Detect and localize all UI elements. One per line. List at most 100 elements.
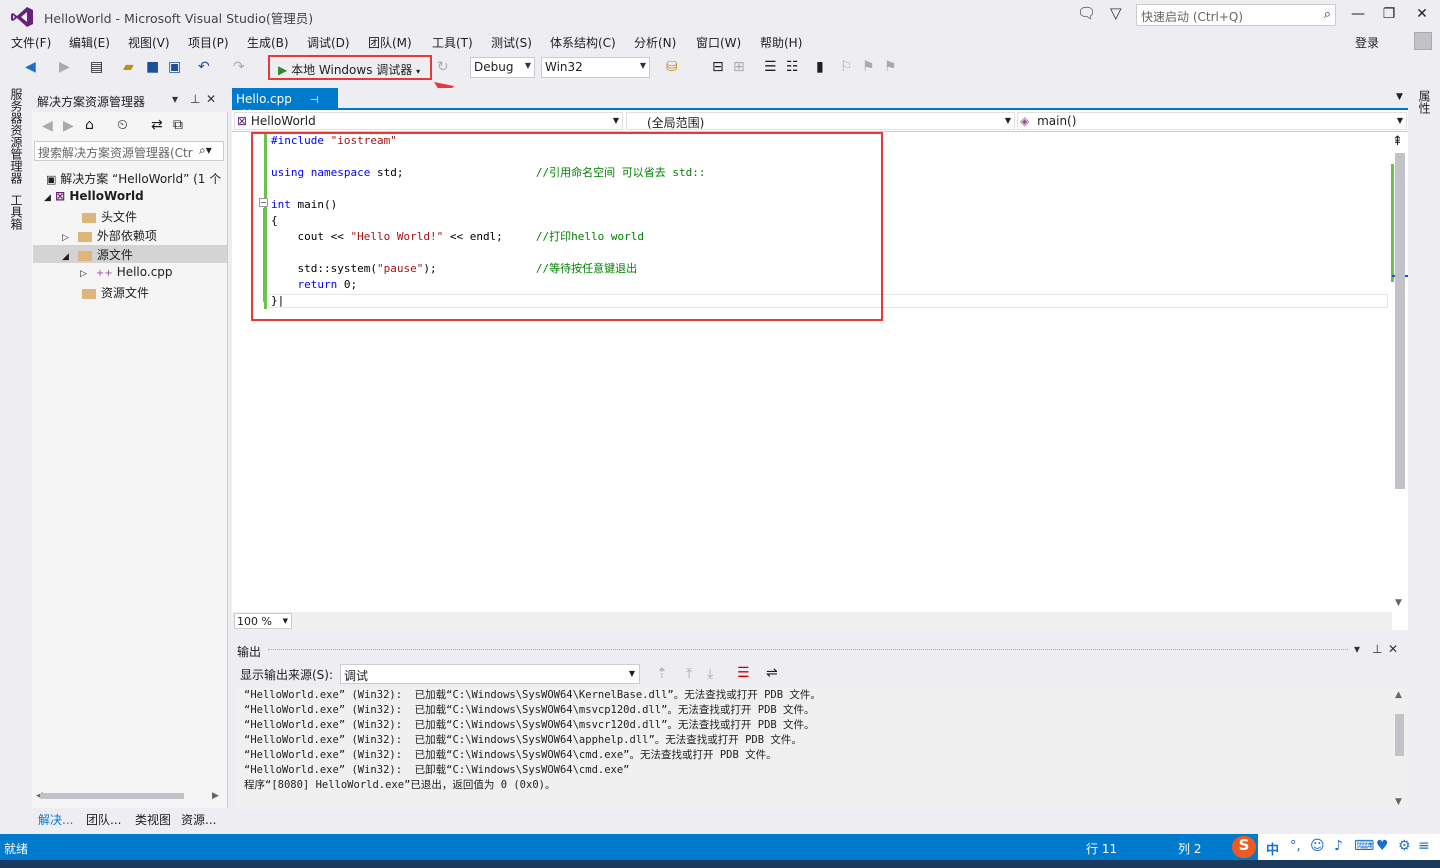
solution-hscrollbar[interactable] — [40, 793, 184, 799]
uncomment-icon[interactable]: ☷ — [786, 59, 799, 75]
goto-location-icon[interactable]: ⇡ — [656, 666, 668, 682]
quick-launch-input[interactable]: 快速启动 (Ctrl+Q) ⌕ — [1136, 4, 1336, 26]
nav-project-select[interactable]: ⊠ HelloWorld ▼ — [234, 112, 623, 130]
menu-tools[interactable]: 工具(T) — [432, 34, 473, 51]
close-icon[interactable]: ✕ — [1388, 642, 1398, 656]
bookmark-icon[interactable]: ▮ — [816, 59, 824, 75]
menu-debug[interactable]: 调试(D) — [307, 34, 350, 51]
collapse-all-icon[interactable]: ⧉ — [173, 117, 183, 133]
scroll-down-icon[interactable]: ▼ — [1395, 598, 1402, 608]
platform-select[interactable]: Win32 ▼ — [541, 57, 650, 78]
forward-icon[interactable]: ▶ — [59, 59, 70, 75]
pin-icon[interactable]: ⊥ — [190, 92, 200, 106]
ime-logo-icon[interactable]: S — [1232, 836, 1256, 858]
voice-icon[interactable]: ♪ — [1334, 838, 1343, 854]
nav-scope-select[interactable]: (全局范围) ▼ — [626, 112, 1015, 130]
panel-dropdown-icon[interactable]: ▾ — [172, 92, 178, 106]
keyboard-icon[interactable]: ⌨ — [1354, 838, 1374, 854]
next-message-icon[interactable]: ⤓ — [707, 666, 713, 682]
ime-mode[interactable]: 中 — [1266, 839, 1279, 858]
tree-item-project[interactable]: ◢ ⊠ HelloWorld — [44, 189, 144, 203]
feedback-icon[interactable]: 🗨 — [1077, 4, 1096, 22]
output-text[interactable]: “HelloWorld.exe” (Win32): 已加载“C:\Windows… — [236, 688, 1390, 810]
close-icon[interactable]: ✕ — [206, 92, 216, 106]
next-bookmark-icon[interactable]: ⚑ — [862, 59, 875, 75]
menu-project[interactable]: 项目(P) — [188, 34, 229, 51]
back-icon[interactable]: ◀ — [42, 118, 53, 134]
scroll-down-icon[interactable]: ▼ — [1395, 797, 1402, 807]
tab-team-explorer[interactable]: 团队... — [86, 811, 121, 828]
tab-hello-cpp[interactable]: Hello.cpp ⊣ ✕ — [232, 88, 338, 120]
menu-architecture[interactable]: 体系结构(C) — [550, 34, 616, 51]
menu-test[interactable]: 测试(S) — [491, 34, 532, 51]
pin-icon[interactable]: ⊥ — [1372, 642, 1382, 656]
skin-icon[interactable]: ♥ — [1376, 838, 1389, 854]
back-icon[interactable]: ◀ — [25, 59, 36, 75]
maximize-button[interactable]: ❐ — [1379, 6, 1399, 22]
tree-item-headers[interactable]: 头文件 — [82, 208, 137, 225]
menu-file[interactable]: 文件(F) — [11, 34, 51, 51]
tree-item-resources[interactable]: 资源文件 — [82, 284, 149, 301]
tree-item-external-deps[interactable]: ▷ 外部依赖项 — [62, 227, 157, 244]
tab-list-dropdown-icon[interactable]: ▼ — [1396, 92, 1403, 102]
redo-icon[interactable]: ↷ — [233, 59, 245, 75]
toolbox-icon[interactable]: ⚙ — [1398, 838, 1411, 854]
tab-class-view[interactable]: 类视图 — [135, 811, 171, 828]
properties-tab[interactable]: 属性 — [1416, 90, 1433, 114]
start-debugger-button[interactable]: ▶ 本地 Windows 调试器 ▾ — [268, 55, 432, 80]
tree-item-hello-cpp[interactable]: ▷ ++ Hello.cpp — [80, 265, 173, 279]
tab-resource-view[interactable]: 资源... — [181, 811, 216, 828]
pin-icon[interactable]: ⊣ — [310, 95, 319, 106]
comment-icon[interactable]: ☰ — [764, 59, 777, 75]
scroll-up-icon[interactable]: ▲ — [1395, 690, 1402, 700]
menu-team[interactable]: 团队(M) — [368, 34, 412, 51]
word-wrap-icon[interactable]: ⇌ — [766, 665, 778, 681]
scroll-right-icon[interactable]: ▶ — [212, 791, 219, 801]
indent-icon[interactable]: ⊟ — [712, 59, 724, 75]
prev-bookmark-icon[interactable]: ⚐ — [840, 59, 853, 75]
find-in-files-icon[interactable]: ⛁ — [666, 59, 678, 75]
split-icon[interactable]: ⇞ — [1392, 134, 1403, 149]
avatar[interactable] — [1414, 32, 1432, 50]
undo-icon[interactable]: ↶ — [198, 59, 210, 75]
toolbox-tab[interactable]: 工具箱 — [8, 194, 25, 230]
menu-analyze[interactable]: 分析(N) — [634, 34, 676, 51]
solution-search-input[interactable]: 搜索解决方案资源管理器(Ctr — [34, 141, 224, 161]
scroll-thumb[interactable] — [1395, 153, 1405, 489]
filter-icon[interactable]: ▽ — [1110, 4, 1122, 22]
prev-message-icon[interactable]: ⤒ — [686, 666, 692, 682]
clear-all-icon[interactable]: ☰ — [737, 665, 750, 681]
home-icon[interactable]: ⌂ — [85, 117, 94, 133]
new-project-icon[interactable]: ▤ — [90, 59, 103, 75]
save-icon[interactable]: ■ — [146, 59, 159, 75]
history-icon[interactable]: ⏲ — [117, 117, 128, 133]
server-explorer-tab[interactable]: 服务器资源管理器 — [8, 88, 25, 184]
restart-icon[interactable]: ↻ — [437, 59, 449, 75]
zoom-select[interactable]: 100 % ▼ — [234, 613, 292, 629]
panel-dropdown-icon[interactable]: ▾ — [1354, 642, 1360, 656]
close-button[interactable]: ✕ — [1412, 6, 1432, 22]
menu-build[interactable]: 生成(B) — [247, 34, 289, 51]
login-link[interactable]: 登录 — [1355, 34, 1379, 51]
punctuation-icon[interactable]: °, — [1290, 839, 1301, 854]
minimize-button[interactable]: — — [1348, 6, 1368, 22]
output-source-select[interactable]: 调试 ▼ — [340, 664, 640, 684]
sync-icon[interactable]: ⇄ — [151, 117, 163, 133]
forward-icon[interactable]: ▶ — [63, 118, 74, 134]
config-select[interactable]: Debug ▼ — [470, 57, 535, 78]
menu-view[interactable]: 视图(V) — [128, 34, 170, 51]
emoji-icon[interactable]: ☺ — [1310, 838, 1325, 854]
menu-help[interactable]: 帮助(H) — [760, 34, 802, 51]
save-all-icon[interactable]: ▣ — [168, 59, 181, 75]
tree-item-source-files[interactable]: ◢ 源文件 — [62, 246, 133, 263]
menu-icon[interactable]: ≡ — [1418, 838, 1430, 854]
scroll-thumb[interactable] — [1395, 714, 1404, 756]
tree-item-solution[interactable]: ▣ 解决方案 “HelloWorld” (1 个 — [46, 170, 221, 187]
outdent-icon[interactable]: ⊞ — [733, 59, 745, 75]
clear-bookmarks-icon[interactable]: ⚑ — [884, 59, 897, 75]
menu-window[interactable]: 窗口(W) — [696, 34, 741, 51]
menu-edit[interactable]: 编辑(E) — [69, 34, 110, 51]
open-file-icon[interactable]: ▰ — [123, 59, 134, 75]
tab-solution-explorer[interactable]: 解决... — [38, 811, 73, 828]
nav-member-select[interactable]: ◈ main() ▼ — [1017, 112, 1407, 130]
